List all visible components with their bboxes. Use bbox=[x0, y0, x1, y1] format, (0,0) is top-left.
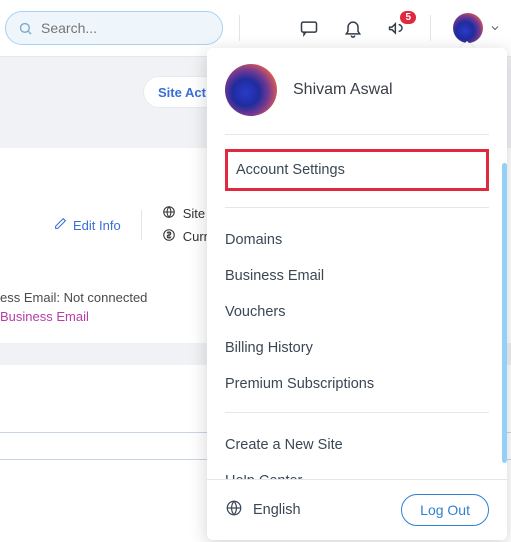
bell-icon[interactable] bbox=[342, 17, 364, 39]
dollar-icon bbox=[162, 228, 176, 245]
edit-info-label: Edit Info bbox=[73, 218, 121, 233]
bg-email-link[interactable]: Business Email bbox=[0, 309, 147, 324]
menu-business-email[interactable]: Business Email bbox=[225, 258, 489, 294]
avatar-large bbox=[225, 64, 277, 116]
menu-vouchers[interactable]: Vouchers bbox=[225, 294, 489, 330]
language-label: English bbox=[253, 502, 301, 518]
search-icon bbox=[18, 21, 33, 36]
scrollbar-thumb[interactable] bbox=[502, 163, 507, 463]
menu-create-new-site[interactable]: Create a New Site bbox=[225, 427, 489, 463]
globe-icon bbox=[162, 205, 176, 222]
megaphone-icon[interactable]: 5 bbox=[386, 17, 408, 39]
avatar-small bbox=[453, 13, 483, 43]
menu-account-settings[interactable]: Account Settings bbox=[225, 149, 489, 191]
search-input[interactable] bbox=[41, 20, 222, 36]
notification-badge: 5 bbox=[400, 11, 416, 24]
topbar-divider bbox=[239, 15, 240, 41]
panel-header: Shivam Aswal bbox=[207, 48, 507, 134]
bg-email-line1: ess Email: Not connected bbox=[0, 290, 147, 305]
profile-menu-trigger[interactable] bbox=[453, 13, 501, 43]
menu-billing-history[interactable]: Billing History bbox=[225, 330, 489, 366]
bg-email-block: ess Email: Not connected Business Email bbox=[0, 290, 147, 324]
panel-footer: English Log Out bbox=[207, 479, 507, 540]
profile-dropdown: Shivam Aswal Account Settings Domains Bu… bbox=[207, 48, 507, 540]
logout-button[interactable]: Log Out bbox=[401, 494, 489, 526]
dropdown-panel: Shivam Aswal Account Settings Domains Bu… bbox=[207, 48, 507, 540]
bg-meta-divider bbox=[141, 210, 142, 240]
edit-info-link[interactable]: Edit Info bbox=[54, 217, 121, 233]
chevron-down-icon bbox=[489, 22, 501, 34]
menu-section-1: Account Settings bbox=[207, 135, 507, 207]
pencil-icon bbox=[54, 217, 67, 233]
menu-premium-subscriptions[interactable]: Premium Subscriptions bbox=[225, 366, 489, 402]
search-field[interactable] bbox=[5, 11, 223, 45]
menu-section-2: Domains Business Email Vouchers Billing … bbox=[207, 208, 507, 412]
menu-domains[interactable]: Domains bbox=[225, 222, 489, 258]
language-selector[interactable]: English bbox=[225, 499, 301, 521]
topbar-actions: 5 bbox=[298, 13, 501, 43]
chat-icon[interactable] bbox=[298, 17, 320, 39]
user-name: Shivam Aswal bbox=[293, 81, 393, 99]
globe-icon bbox=[225, 499, 243, 521]
topbar-divider-2 bbox=[430, 15, 431, 41]
